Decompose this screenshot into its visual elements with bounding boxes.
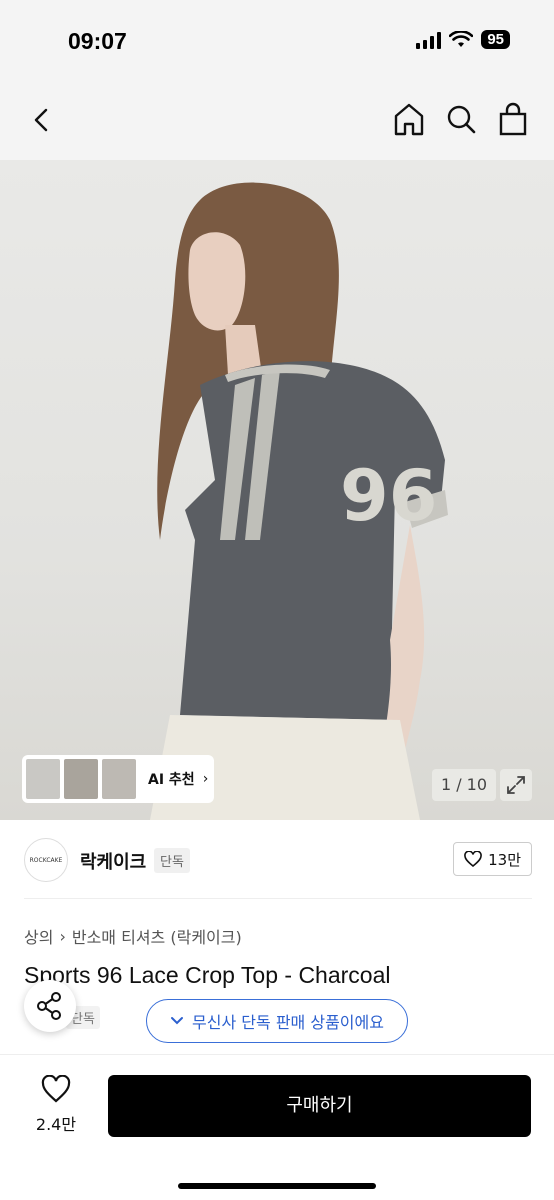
thumbnail[interactable] xyxy=(102,759,136,799)
search-icon[interactable] xyxy=(444,100,478,138)
image-counter: 1 / 10 xyxy=(432,769,496,801)
product-title: Sports 96 Lace Crop Top - Charcoal xyxy=(24,962,391,988)
bottom-bar: 2.4만 구매하기 xyxy=(0,1054,554,1200)
chevron-down-icon xyxy=(171,1017,184,1025)
breadcrumb-item[interactable]: 상의 xyxy=(24,924,53,948)
breadcrumb-item[interactable]: 반소매 티셔츠 (락케이크) xyxy=(72,924,242,948)
buy-button[interactable]: 구매하기 xyxy=(108,1075,531,1137)
chevron-right-icon: › xyxy=(59,926,66,946)
heart-icon xyxy=(41,1074,71,1103)
ai-recommend-strip[interactable]: AI 추천 › xyxy=(22,755,214,803)
brand-logo[interactable]: ROCKCAKE xyxy=(24,838,68,882)
home-icon[interactable] xyxy=(392,100,426,138)
wishlist-count: 2.4만 xyxy=(35,1115,77,1134)
thumbnail[interactable] xyxy=(64,759,98,799)
status-bar: 09:07 95 xyxy=(0,0,554,80)
wifi-icon xyxy=(449,30,474,47)
chevron-left-icon[interactable] xyxy=(24,102,60,138)
brand-name[interactable]: 락케이크 xyxy=(80,848,146,874)
breadcrumb: 상의 › 반소매 티셔츠 (락케이크) xyxy=(24,924,242,948)
chevron-right-icon: › xyxy=(202,771,209,787)
ai-recommend-label: AI 추천 xyxy=(148,772,195,788)
product-photo-illustration: 96 xyxy=(150,182,448,820)
nav-bar xyxy=(0,80,554,160)
thumbnail[interactable] xyxy=(26,759,60,799)
brand-like-count: 13만 xyxy=(488,850,521,869)
expand-icon[interactable] xyxy=(500,769,532,801)
signal-icon xyxy=(416,31,442,49)
brand-like-button[interactable]: 13만 xyxy=(453,842,532,876)
exclusive-banner[interactable]: 무신사 단독 판매 상품이에요 xyxy=(146,999,408,1043)
exclusive-banner-text: 무신사 단독 판매 상품이에요 xyxy=(192,1013,384,1032)
status-time: 09:07 xyxy=(68,28,127,54)
home-indicator xyxy=(178,1183,376,1189)
share-button[interactable] xyxy=(24,980,76,1032)
brand-row: ROCKCAKE 락케이크 단독 13만 xyxy=(24,838,532,882)
product-image[interactable]: 96 xyxy=(0,160,554,820)
heart-icon xyxy=(464,851,482,867)
divider xyxy=(24,898,532,899)
exclusive-badge: 단독 xyxy=(154,848,190,873)
battery-indicator: 95 xyxy=(481,30,510,49)
share-icon xyxy=(37,992,61,1020)
nav-actions xyxy=(392,100,530,138)
status-icons: 95 xyxy=(416,30,510,49)
bag-icon[interactable] xyxy=(496,100,530,138)
svg-text:96: 96 xyxy=(340,455,437,537)
wishlist-button[interactable]: 2.4만 xyxy=(32,1074,80,1135)
